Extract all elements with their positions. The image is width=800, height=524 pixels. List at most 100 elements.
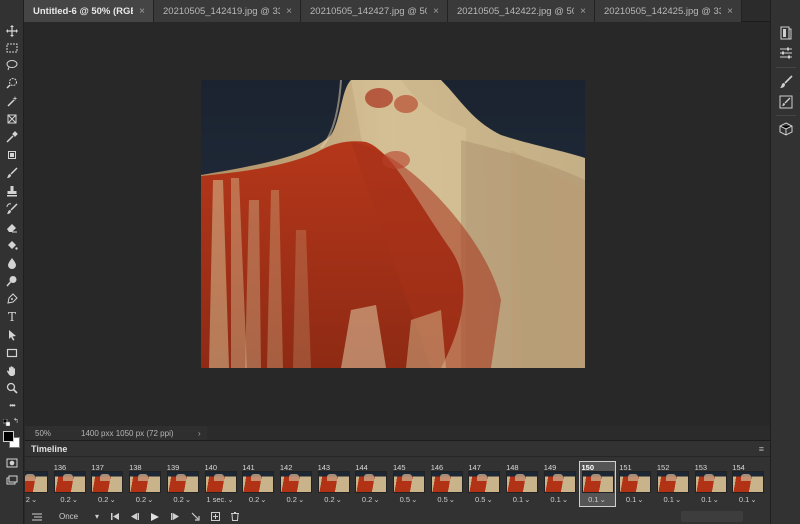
swap-colors-icon[interactable]: ↰	[13, 417, 19, 425]
frame-delay-select[interactable]: 0.5⌄	[466, 495, 501, 504]
quick-select-icon[interactable]	[4, 76, 20, 90]
marquee-icon[interactable]	[4, 41, 20, 55]
timeline-panel: Timeline ≡ 352⌄1360.2⌄1370.2⌄1380.2⌄1390…	[25, 440, 770, 524]
magic-wand-icon[interactable]	[4, 94, 20, 108]
frame-delay-select[interactable]: 0.2⌄	[316, 495, 351, 504]
dodge-icon[interactable]	[4, 274, 20, 288]
close-icon[interactable]: ×	[139, 6, 145, 17]
close-icon[interactable]: ×	[286, 6, 292, 17]
frame-delay-select[interactable]: 0.5⌄	[391, 495, 426, 504]
frame-delay-select[interactable]: 0.2⌄	[127, 495, 162, 504]
new-frame-icon[interactable]	[205, 510, 225, 524]
timeline-frame[interactable]: 137 0.2⌄	[88, 461, 125, 507]
frame-delay-select[interactable]: 2⌄	[25, 495, 49, 504]
timeline-frame[interactable]: 145 0.5⌄	[390, 461, 427, 507]
stamp-icon[interactable]	[4, 184, 20, 198]
timeline-frame[interactable]: 149 0.1⌄	[541, 461, 578, 507]
document-tab[interactable]: Untitled-6 @ 50% (RGB/8#) * ×	[24, 0, 154, 22]
type-icon[interactable]: T	[4, 310, 20, 324]
frame-delay-select[interactable]: 0.1⌄	[580, 495, 615, 504]
timeline-frame[interactable]: 141 0.2⌄	[239, 461, 276, 507]
frame-delay-select[interactable]: 0.2⌄	[52, 495, 87, 504]
timeline-frame[interactable]: 154 0.1⌄	[729, 461, 766, 507]
document-tab[interactable]: 20210505_142427.jpg @ 50% (L... ×	[301, 0, 448, 22]
frame-delay-select[interactable]: 0.2⌄	[278, 495, 313, 504]
brush-settings-panel-icon[interactable]	[778, 94, 794, 110]
frame-delay-select[interactable]: 0.2⌄	[165, 495, 200, 504]
timeline-frame[interactable]: 151 0.1⌄	[616, 461, 653, 507]
zoom-level-field[interactable]: 50%	[25, 429, 63, 438]
frame-delay-select[interactable]: 0.1⌄	[730, 495, 765, 504]
frame-delay-select[interactable]: 0.2⌄	[89, 495, 124, 504]
default-colors-icon[interactable]	[2, 418, 11, 428]
path-select-icon[interactable]	[4, 328, 20, 342]
timeline-frame[interactable]: 138 0.2⌄	[126, 461, 163, 507]
brush-icon[interactable]	[4, 166, 20, 180]
timeline-frame[interactable]: 144 0.2⌄	[352, 461, 389, 507]
brushes-panel-icon[interactable]	[778, 74, 794, 90]
tween-icon[interactable]	[185, 510, 205, 524]
frame-delay-select[interactable]: 0.1⌄	[504, 495, 539, 504]
frame-icon[interactable]	[4, 112, 20, 126]
timeline-frame[interactable]: 153 0.1⌄	[692, 461, 729, 507]
close-icon[interactable]: ×	[433, 6, 439, 17]
foreground-color-swatch[interactable]	[3, 431, 14, 442]
quick-mask-icon[interactable]	[4, 456, 20, 470]
close-icon[interactable]: ×	[727, 6, 733, 17]
hand-icon[interactable]	[4, 364, 20, 378]
document-tab[interactable]: 20210505_142422.jpg @ 50% (L... ×	[448, 0, 595, 22]
pen-icon[interactable]	[4, 292, 20, 306]
adjustments-panel-icon[interactable]	[778, 45, 794, 61]
more-tools-icon[interactable]: •••	[4, 399, 20, 413]
move-icon[interactable]	[4, 24, 20, 38]
frame-delay-select[interactable]: 0.5⌄	[429, 495, 464, 504]
timeline-frame[interactable]: 147 0.5⌄	[465, 461, 502, 507]
chevron-down-icon: ⌄	[599, 495, 606, 504]
timeline-frame[interactable]: 142 0.2⌄	[277, 461, 314, 507]
play-icon[interactable]	[145, 510, 165, 524]
crop-icon[interactable]	[4, 148, 20, 162]
timeline-frame[interactable]: 148 0.1⌄	[503, 461, 540, 507]
next-frame-icon[interactable]	[165, 510, 185, 524]
frame-delay-select[interactable]: 0.1⌄	[542, 495, 577, 504]
frame-delay-select[interactable]: 1 sec.⌄	[203, 495, 238, 504]
blur-icon[interactable]	[4, 256, 20, 270]
eyedropper-icon[interactable]	[4, 130, 20, 144]
timeline-frame[interactable]: 150 0.1⌄	[578, 461, 616, 507]
timeline-frame[interactable]: 136 0.2⌄	[51, 461, 88, 507]
panel-menu-icon[interactable]: ≡	[759, 444, 764, 454]
status-menu-arrow-icon[interactable]: ›	[198, 429, 201, 438]
timeline-frame[interactable]: 139 0.2⌄	[164, 461, 201, 507]
timeline-frame[interactable]: 143 0.2⌄	[315, 461, 352, 507]
delete-frame-icon[interactable]	[225, 510, 245, 524]
canvas-area[interactable]	[25, 23, 770, 426]
frame-delay-select[interactable]: 0.2⌄	[240, 495, 275, 504]
screen-mode-icon[interactable]	[4, 474, 20, 488]
frame-delay-select[interactable]: 0.1⌄	[617, 495, 652, 504]
previous-frame-icon[interactable]	[125, 510, 145, 524]
timeline-frame[interactable]: 140 1 sec.⌄	[202, 461, 239, 507]
timeline-frame[interactable]: 152 0.1⌄	[654, 461, 691, 507]
frame-delay-select[interactable]: 0.2⌄	[353, 495, 388, 504]
3d-panel-icon[interactable]	[778, 121, 794, 137]
horizontal-scrollbar[interactable]	[206, 426, 770, 440]
history-brush-icon[interactable]	[4, 202, 20, 216]
zoom-icon[interactable]	[4, 381, 20, 395]
paint-bucket-icon[interactable]	[4, 238, 20, 252]
loop-options-select[interactable]: Once ▾	[59, 512, 99, 521]
document-tab[interactable]: 20210505_142419.jpg @ 33.3%... ×	[154, 0, 301, 22]
document-tab[interactable]: 20210505_142425.jpg @ 33.3%... ×	[595, 0, 742, 22]
first-frame-icon[interactable]	[105, 510, 125, 524]
eraser-icon[interactable]	[4, 220, 20, 234]
frame-delay-select[interactable]: 0.1⌄	[655, 495, 690, 504]
close-icon[interactable]: ×	[580, 6, 586, 17]
document-canvas[interactable]	[201, 80, 585, 368]
rectangle-icon[interactable]	[4, 346, 20, 360]
timeline-scrollbar[interactable]	[681, 511, 743, 522]
timeline-frame[interactable]: 146 0.5⌄	[428, 461, 465, 507]
lasso-icon[interactable]	[4, 58, 20, 72]
frame-delay-select[interactable]: 0.1⌄	[693, 495, 728, 504]
timeline-options-icon[interactable]	[27, 510, 47, 524]
history-panel-icon[interactable]	[778, 25, 794, 41]
timeline-frame[interactable]: 352⌄	[25, 461, 50, 507]
